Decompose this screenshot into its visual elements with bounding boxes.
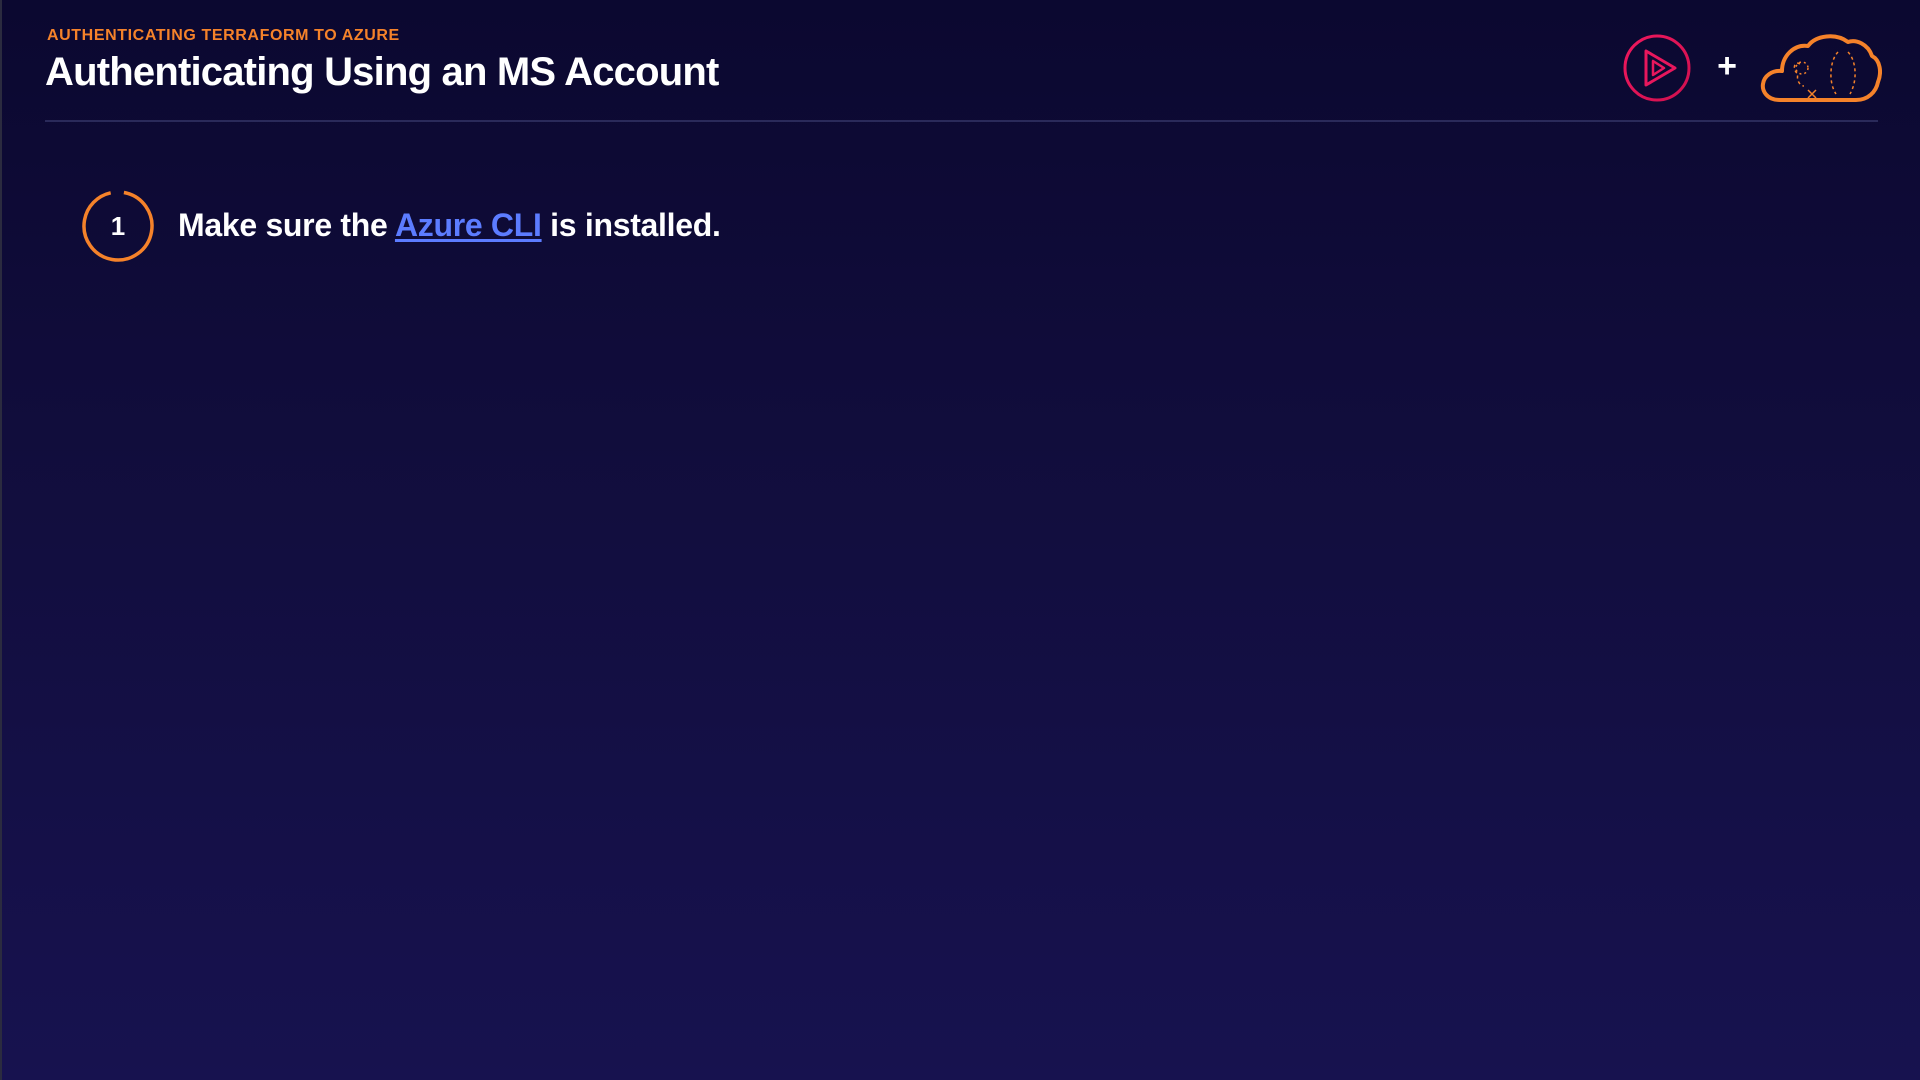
slide-header: AUTHENTICATING TERRAFORM TO AZURE Authen… [45, 26, 1875, 121]
header-logos: + [1622, 30, 1882, 106]
window-edge [0, 0, 2, 1080]
pluralsight-play-icon [1622, 33, 1692, 103]
step-number: 1 [110, 211, 126, 241]
slide-title: Authenticating Using an MS Account [45, 50, 719, 94]
header-divider [45, 120, 1878, 122]
step-text: Make sure the Azure CLI is installed. [178, 207, 721, 244]
azure-cli-link[interactable]: Azure CLI [395, 207, 542, 243]
section-eyebrow: AUTHENTICATING TERRAFORM TO AZURE [47, 27, 400, 44]
cloud-icon [1760, 30, 1882, 106]
step-item-1: 1 Make sure the Azure CLI is installed. [80, 188, 980, 264]
step-number-badge: 1 [80, 188, 156, 264]
step-text-before: Make sure the [178, 207, 395, 243]
plus-sign: + [1717, 47, 1737, 85]
step-text-after: is installed. [541, 207, 721, 243]
slide: AUTHENTICATING TERRAFORM TO AZURE Authen… [0, 0, 1920, 1080]
